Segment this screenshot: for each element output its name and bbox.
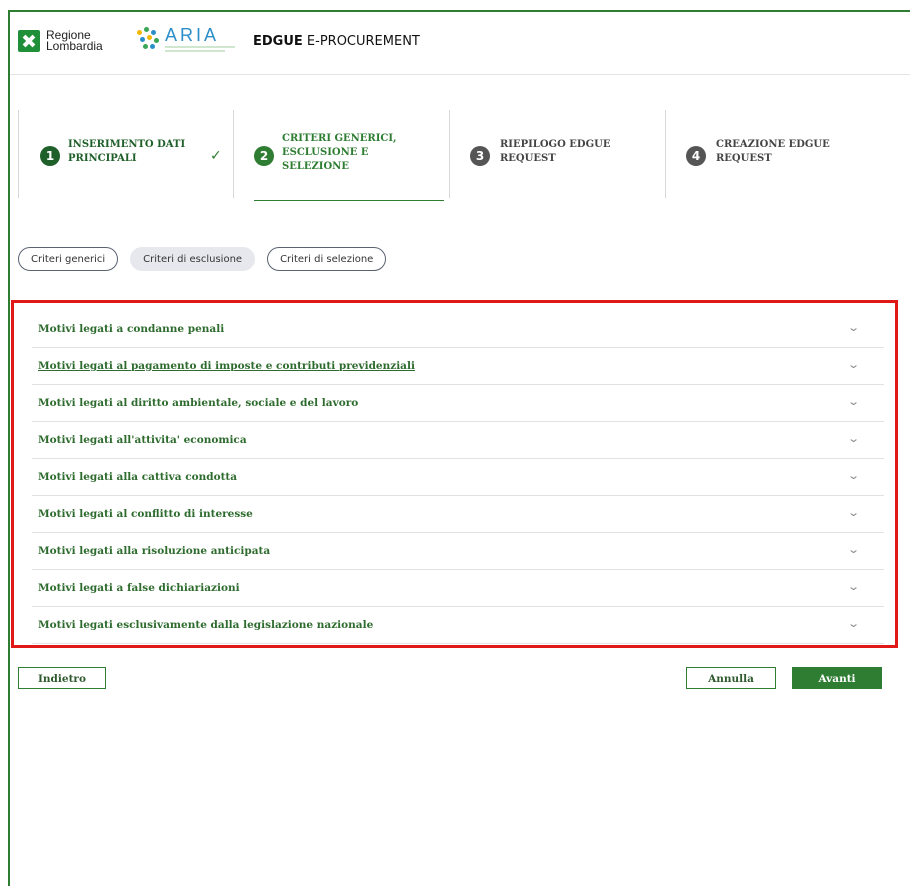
accordion-item[interactable]: Motivi legati a false dichiariazioni ⌄ xyxy=(32,570,884,607)
active-step-indicator xyxy=(254,200,444,201)
tab-criteri-generici[interactable]: Criteri generici xyxy=(18,247,119,271)
accordion-item[interactable]: Motivi legati al conflitto di interesse ⌄ xyxy=(32,496,884,533)
accordion-label: Motivi legati esclusivamente dalla legis… xyxy=(38,619,374,631)
chevron-down-icon[interactable]: ⌄ xyxy=(847,395,860,408)
step-label: SELEZIONE xyxy=(282,161,349,172)
accordion-item[interactable]: Motivi legati al diritto ambientale, soc… xyxy=(32,385,884,422)
chevron-down-icon[interactable]: ⌄ xyxy=(847,358,860,371)
next-button[interactable]: Avanti xyxy=(792,667,882,689)
stepper: 1 INSERIMENTO DATI PRINCIPALI ✓ 2 CRITER… xyxy=(18,110,888,202)
aria-logo-text: ARIA xyxy=(165,25,220,45)
accordion-list: Motivi legati a condanne penali ⌄ Motivi … xyxy=(32,311,884,644)
step-label: RIEPILOGO EDGUE xyxy=(500,139,611,150)
accordion-item[interactable]: Motivi legati alla cattiva condotta ⌄ xyxy=(32,459,884,496)
step-label: REQUEST xyxy=(500,153,556,164)
chevron-down-icon[interactable]: ⌄ xyxy=(847,506,860,519)
accordion-item[interactable]: Motivi legati esclusivamente dalla legis… xyxy=(32,607,884,644)
accordion-item[interactable]: Motivi legati a condanne penali ⌄ xyxy=(32,311,884,348)
step-label: REQUEST xyxy=(716,153,772,164)
regione-lombardia-logo: Regione Lombardia xyxy=(18,29,103,53)
step-number: 3 xyxy=(470,146,490,166)
header: Regione Lombardia ARIA EDGUE E-PROCUREME… xyxy=(10,12,910,75)
accordion-label: Motivi legati alla cattiva condotta xyxy=(38,471,238,483)
tab-criteri-selezione[interactable]: Criteri di selezione xyxy=(267,247,387,271)
chevron-down-icon[interactable]: ⌄ xyxy=(847,617,860,630)
chevron-down-icon[interactable]: ⌄ xyxy=(847,321,860,334)
step-label: ESCLUSIONE E xyxy=(282,147,369,158)
accordion-label: Motivi legati al diritto ambientale, soc… xyxy=(38,397,359,409)
aria-dots-icon xyxy=(135,26,161,52)
check-icon: ✓ xyxy=(210,148,222,164)
step-label: INSERIMENTO DATI xyxy=(68,139,186,150)
tab-criteri-esclusione[interactable]: Criteri di esclusione xyxy=(130,247,256,271)
highlighted-accordion-box: Motivi legati a condanne penali ⌄ Motivi … xyxy=(11,300,898,648)
accordion-label: Motivi legati alla risoluzione anticipat… xyxy=(38,545,271,557)
logo-rl-line2: Lombardia xyxy=(46,39,103,53)
app-frame: Regione Lombardia ARIA EDGUE E-PROCUREME… xyxy=(8,10,910,886)
app-title: EDGUE E-PROCUREMENT xyxy=(253,34,420,49)
accordion-item[interactable]: Motivi legati alla risoluzione anticipat… xyxy=(32,533,884,570)
chevron-down-icon[interactable]: ⌄ xyxy=(847,543,860,556)
accordion-item[interactable]: Motivi legati all'attivita' economica ⌄ xyxy=(32,422,884,459)
chevron-down-icon[interactable]: ⌄ xyxy=(847,469,860,482)
accordion-item[interactable]: Motivi legati al pagamento di imposte e … xyxy=(32,348,884,385)
back-button[interactable]: Indietro xyxy=(18,667,106,689)
accordion-label[interactable]: Motivi legati al pagamento di imposte e … xyxy=(38,360,415,372)
step-label: CREAZIONE EDGUE xyxy=(716,139,830,150)
accordion-label: Motivi legati al conflitto di interesse xyxy=(38,508,253,520)
regione-lombardia-mark-icon xyxy=(18,30,40,52)
chevron-down-icon[interactable]: ⌄ xyxy=(847,432,860,445)
accordion-label: Motivi legati all'attivita' economica xyxy=(38,434,247,446)
accordion-label: Motivi legati a false dichiariazioni xyxy=(38,582,240,594)
aria-logo: ARIA xyxy=(135,26,245,52)
cancel-button[interactable]: Annulla xyxy=(686,667,776,689)
accordion-label: Motivi legati a condanne penali xyxy=(38,323,225,335)
criteria-tabs: Criteri generici Criteri di esclusione C… xyxy=(18,247,387,271)
step-number: 1 xyxy=(40,146,60,166)
step-3[interactable]: 3 RIEPILOGO EDGUE REQUEST xyxy=(450,110,665,200)
step-1[interactable]: 1 INSERIMENTO DATI PRINCIPALI ✓ xyxy=(18,110,233,200)
step-label: PRINCIPALI xyxy=(68,153,137,164)
step-number: 4 xyxy=(686,146,706,166)
chevron-down-icon[interactable]: ⌄ xyxy=(847,580,860,593)
step-label: CRITERI GENERICI, xyxy=(282,133,397,144)
step-number: 2 xyxy=(254,146,274,166)
step-4[interactable]: 4 CREAZIONE EDGUE REQUEST xyxy=(666,110,888,200)
step-2[interactable]: 2 CRITERI GENERICI, ESCLUSIONE E SELEZIO… xyxy=(234,110,449,200)
